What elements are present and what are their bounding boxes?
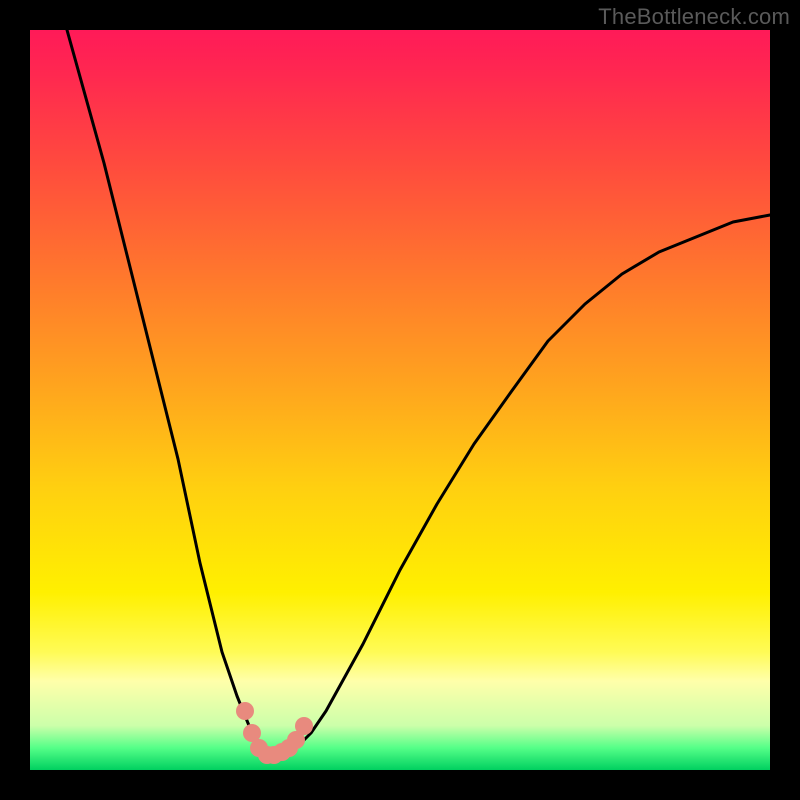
watermark-text: TheBottleneck.com bbox=[598, 4, 790, 30]
chart-frame: TheBottleneck.com bbox=[0, 0, 800, 800]
plot-area bbox=[30, 30, 770, 770]
curve-layer bbox=[30, 30, 770, 770]
bottleneck-curve bbox=[67, 30, 770, 755]
minimum-markers bbox=[236, 702, 313, 764]
